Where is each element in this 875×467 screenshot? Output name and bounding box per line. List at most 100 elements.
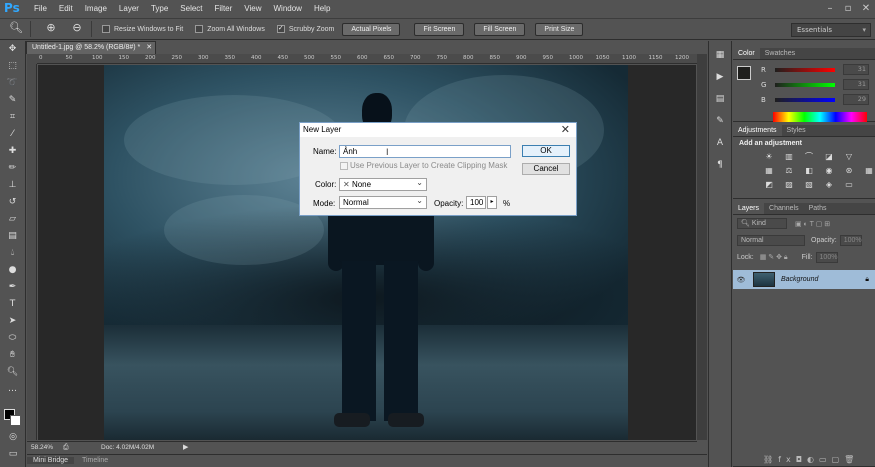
blend-mode-select[interactable]: Normal [737,235,805,246]
workspace-select[interactable]: Essentials [791,23,871,37]
new-layer-icon[interactable]: ▢ [832,455,845,464]
clone-stamp-icon[interactable]: ⊥ [3,177,23,194]
mask-icon[interactable]: ◘ [796,455,807,464]
type-tool-icon[interactable]: T [3,296,23,313]
foreground-color-swatch[interactable] [737,66,751,80]
healing-brush-icon[interactable]: ✚ [3,143,23,160]
invert-icon[interactable]: ◩ [761,179,777,190]
slider-track[interactable] [775,82,835,87]
quick-select-tool-icon[interactable]: ✎ [3,92,23,109]
menu-window[interactable]: Window [274,4,302,13]
dodge-tool-icon[interactable]: ● [3,262,23,279]
marquee-tool-icon[interactable]: ⬚ [3,58,23,75]
lasso-tool-icon[interactable]: ➰ [3,75,23,92]
zoom-out-icon[interactable]: ⊖ [67,21,87,37]
tab-layers[interactable]: Layers [733,203,765,214]
tab-swatches[interactable]: Swatches [760,48,800,59]
vibrance-icon[interactable]: ▽ [841,151,857,162]
color-balance-icon[interactable]: ⚖ [781,165,797,176]
zoom-in-icon[interactable]: ⊕ [41,21,61,37]
brush-presets-icon[interactable]: ✎ [711,113,729,129]
restore-icon[interactable]: ▫ [839,0,857,17]
fill-screen-button[interactable]: Fill Screen [474,22,526,36]
posterize-icon[interactable]: ▨ [781,179,797,190]
properties-icon[interactable]: ▤ [711,91,729,107]
fx-icon[interactable]: fx [778,455,796,464]
opacity-input[interactable]: 100 [466,196,486,209]
screen-mode-icon[interactable]: ▭ [3,446,23,463]
layer-name[interactable]: Background [781,276,818,283]
fill-input[interactable]: 100% [815,252,838,263]
brush-tool-icon[interactable]: ✏ [3,160,23,177]
eraser-tool-icon[interactable]: ▱ [3,211,23,228]
document-tab[interactable]: Untitled-1.jpg @ 58.2% (RGB/8#) * ✕ [26,41,156,54]
fit-screen-button[interactable]: Fit Screen [414,22,465,36]
channel-value[interactable]: 31 [843,79,869,90]
shape-tool-icon[interactable]: ⬭ [3,330,23,347]
path-select-icon[interactable]: ➤ [3,313,23,330]
opacity-input[interactable]: 100% [839,235,862,246]
threshold-icon[interactable]: ▧ [801,179,817,190]
slider-track[interactable] [775,97,835,102]
color-select[interactable]: ✕ None [339,177,427,191]
tab-styles[interactable]: Styles [782,125,811,136]
close-icon[interactable]: ✕ [561,123,570,137]
name-input[interactable]: Ảnh [339,145,511,158]
photo-filter-icon[interactable]: ◉ [821,165,837,176]
channel-value[interactable]: 31 [843,64,869,75]
resize-windows-checkbox[interactable]: Resize Windows to Fit [102,25,183,33]
channel-value[interactable]: 29 [843,94,869,105]
scrubby-zoom-checkbox[interactable]: ✓ Scrubby Zoom [276,25,334,33]
brightness-icon[interactable]: ☀ [761,151,777,162]
ok-button[interactable]: OK [522,145,570,157]
tab-color[interactable]: Color [733,48,760,59]
move-tool-icon[interactable]: ✥ [3,41,23,58]
history-brush-icon[interactable]: ↺ [3,194,23,211]
blue-slider[interactable]: B 29 [733,92,875,107]
print-size-button[interactable]: Print Size [535,22,584,36]
levels-icon[interactable]: ▥ [781,151,797,162]
layer-filter-select[interactable]: 🔍︎ Kind [737,218,787,229]
status-menu-arrow-icon[interactable]: ▶ [183,442,188,453]
menu-view[interactable]: View [244,4,261,13]
curves-icon[interactable]: ⌒ [801,151,817,162]
gradient-tool-icon[interactable]: ▤ [3,228,23,245]
character-icon[interactable]: A [711,135,729,151]
checkbox-box[interactable] [102,25,110,33]
minimize-icon[interactable]: – [821,0,839,17]
folder-icon[interactable]: ▭ [819,455,832,464]
zoom-tool-icon[interactable]: 🔍︎ [3,364,23,381]
checkbox-box[interactable]: ✓ [276,25,285,33]
selective-color-icon[interactable]: ◈ [821,179,837,190]
close-tab-icon[interactable]: ✕ [146,44,152,51]
menu-filter[interactable]: Filter [215,4,233,13]
tab-paths[interactable]: Paths [804,203,832,214]
export-icon[interactable]: ⎙ [63,442,69,453]
history-icon[interactable]: ▦ [711,47,729,63]
quick-mask-icon[interactable]: ◎ [3,429,23,446]
filter-icons[interactable]: ▣ ◐ T ▢ ⊞ [795,220,830,228]
exposure-icon[interactable]: ◪ [821,151,837,162]
color-lookup-icon[interactable]: ▦ [861,165,875,176]
paragraph-icon[interactable]: ¶ [711,157,729,173]
background-color-swatch[interactable] [10,415,21,426]
pen-tool-icon[interactable]: ✒ [3,279,23,296]
green-slider[interactable]: G 31 [733,77,875,92]
hand-tool-icon[interactable]: ✋︎ [3,347,23,364]
tab-mini-bridge[interactable]: Mini Bridge [27,457,75,464]
adjustment-layer-icon[interactable]: ◐ [807,455,819,464]
actions-icon[interactable]: ▶ [711,69,729,85]
red-slider[interactable]: R 31 [733,62,875,77]
zoom-level[interactable]: 58.24% [31,442,53,453]
menu-layer[interactable]: Layer [119,4,139,13]
clipping-mask-checkbox[interactable] [340,162,348,170]
menu-type[interactable]: Type [151,4,168,13]
zoom-all-windows-checkbox[interactable]: Zoom All Windows [195,25,265,33]
actual-pixels-button[interactable]: Actual Pixels [342,22,401,36]
color-spectrum[interactable] [773,112,867,122]
opacity-arrow-icon[interactable]: ▸ [487,196,497,209]
menu-image[interactable]: Image [85,4,107,13]
link-icon[interactable]: ⛓ [763,455,778,464]
menu-help[interactable]: Help [314,4,330,13]
tab-adjustments[interactable]: Adjustments [733,125,782,136]
